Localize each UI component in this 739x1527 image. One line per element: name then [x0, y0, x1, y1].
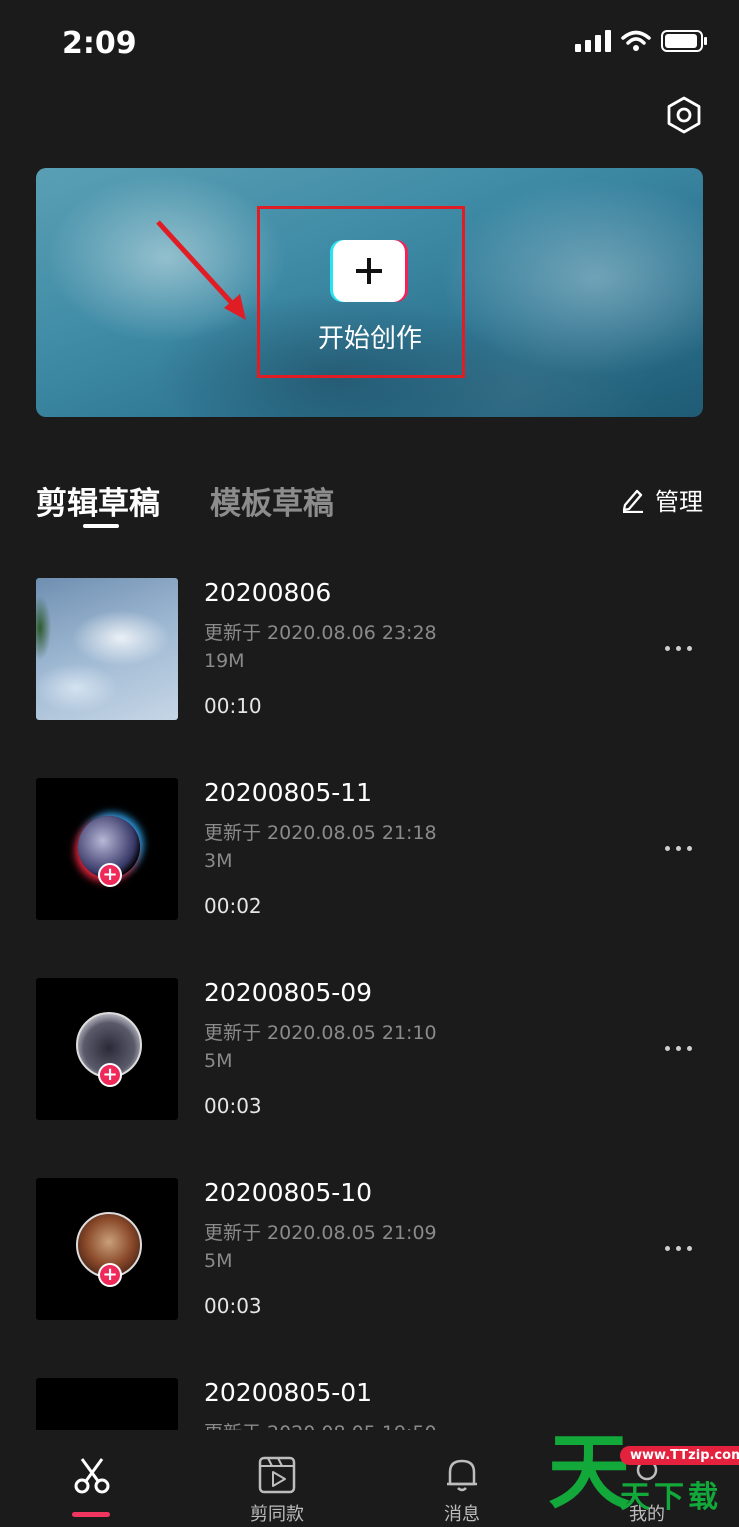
wifi-icon — [621, 30, 651, 51]
draft-tabs: 剪辑草稿 模板草稿 管理 — [36, 470, 703, 540]
manage-button[interactable]: 管理 — [621, 482, 703, 517]
draft-updated: 更新于 2020.08.06 23:28 — [204, 622, 437, 644]
more-options-icon[interactable] — [665, 1238, 699, 1258]
bottom-nav: 剪同款 消息 我的 — [0, 1430, 739, 1527]
nav-messages-label: 消息 — [444, 1504, 480, 1525]
more-options-icon[interactable] — [665, 838, 699, 858]
draft-title: 20200805-09 — [204, 978, 373, 1007]
draft-thumbnail — [36, 578, 178, 720]
more-options-icon[interactable] — [665, 1038, 699, 1058]
add-badge-icon: + — [98, 1063, 122, 1087]
status-time: 2:09 — [62, 26, 137, 61]
profile-icon — [636, 1459, 658, 1481]
draft-thumbnail: + — [36, 778, 178, 920]
tab-edit-drafts[interactable]: 剪辑草稿 — [36, 478, 160, 523]
draft-size: 3M — [204, 850, 233, 872]
edit-icon — [622, 489, 643, 513]
nav-template[interactable]: 剪同款 — [222, 1430, 332, 1527]
draft-updated: 更新于 2020.08.05 21:18 — [204, 822, 437, 844]
nav-active-indicator — [72, 1512, 110, 1517]
bell-icon — [447, 1459, 477, 1492]
tab-indicator — [83, 524, 119, 528]
tab-template-drafts[interactable]: 模板草稿 — [210, 478, 334, 523]
nav-me-label: 我的 — [629, 1504, 665, 1525]
draft-title: 20200805-01 — [204, 1378, 373, 1407]
draft-item[interactable]: 20200806 更新于 2020.08.06 23:28 19M 00:10 — [36, 578, 703, 721]
red-arrow-annotation — [156, 220, 246, 320]
draft-size: 5M — [204, 1250, 233, 1272]
signal-icon — [575, 30, 611, 52]
draft-duration: 00:02 — [204, 894, 262, 918]
draft-title: 20200805-10 — [204, 1178, 373, 1207]
draft-duration: 00:03 — [204, 1094, 262, 1118]
plus-icon — [356, 258, 382, 284]
draft-item[interactable]: + 20200805-09 更新于 2020.08.05 21:10 5M 00… — [36, 978, 703, 1121]
draft-updated: 更新于 2020.08.05 21:09 — [204, 1222, 437, 1244]
draft-duration: 00:10 — [204, 694, 262, 718]
draft-title: 20200806 — [204, 578, 332, 607]
draft-item[interactable]: + 20200805-10 更新于 2020.08.05 21:09 5M 00… — [36, 1178, 703, 1321]
start-create-banner[interactable]: 开始创作 — [36, 168, 703, 417]
nav-me[interactable]: 我的 — [592, 1430, 702, 1527]
create-plus-button[interactable] — [333, 240, 405, 302]
manage-label: 管理 — [655, 488, 703, 516]
draft-thumbnail: + — [36, 1178, 178, 1320]
draft-item[interactable]: + 20200805-11 更新于 2020.08.05 21:18 3M 00… — [36, 778, 703, 921]
settings-icon[interactable] — [664, 95, 704, 135]
draft-updated: 更新于 2020.08.05 21:10 — [204, 1022, 437, 1044]
draft-title: 20200805-11 — [204, 778, 373, 807]
battery-icon — [661, 30, 707, 52]
more-options-icon[interactable] — [665, 638, 699, 658]
create-label: 开始创作 — [317, 324, 422, 354]
draft-duration: 00:03 — [204, 1294, 262, 1318]
status-icons — [575, 30, 709, 52]
draft-size: 19M — [204, 650, 245, 672]
add-badge-icon: + — [98, 863, 122, 887]
status-bar: 2:09 — [0, 0, 739, 90]
nav-template-label: 剪同款 — [250, 1504, 304, 1525]
nav-messages[interactable]: 消息 — [407, 1430, 517, 1527]
draft-thumbnail: + — [36, 978, 178, 1120]
draft-size: 5M — [204, 1050, 233, 1072]
video-template-icon — [258, 1456, 296, 1494]
add-badge-icon: + — [98, 1263, 122, 1287]
scissors-icon — [74, 1458, 110, 1494]
